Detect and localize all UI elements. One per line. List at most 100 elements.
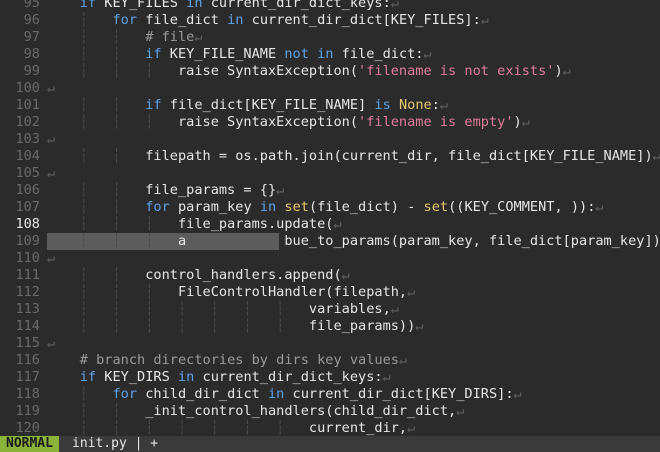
code-editor[interactable]: 95 if KEY_FILES in current_dir_dict_keys… (0, 0, 660, 436)
code-token: not in (284, 46, 334, 62)
return-arrow-icon: ↵ (47, 165, 56, 181)
indent-guide (47, 369, 80, 385)
code-token: control_handlers.append( (145, 267, 342, 283)
code-line[interactable]: 115 ↵ (0, 335, 660, 352)
code-line[interactable]: 120 ┆ ┆ ┆ ┆ ┆ ┆ ┆ current_dir,↵ (0, 420, 660, 436)
status-bar: NORMAL init.py | + (0, 436, 660, 452)
code-token: in (259, 199, 277, 215)
indent-guide: ┆ ┆ (47, 46, 146, 62)
code-token: ) (513, 114, 522, 130)
indent-guide: ┆ ┆ ┆ (47, 284, 178, 300)
line-number: 110 (15, 250, 40, 266)
code-text: ┆ ┆ ┆ ┆ ┆ ┆ ┆ file_params))↵ (47, 318, 424, 335)
code-text: ┆ ┆ ┆ ┆ ┆ ┆ ┆ current_dir,↵ (47, 420, 416, 436)
code-token: KEY_FILES (96, 0, 187, 11)
code-token: for (112, 386, 138, 402)
code-line[interactable]: 102 ┆ ┆ ┆ raise SyntaxException('filenam… (0, 114, 660, 131)
line-number: 96 (23, 12, 40, 28)
mode-indicator: NORMAL (0, 436, 59, 452)
code-text: ↵ (47, 250, 55, 267)
code-token: if (79, 369, 97, 385)
code-line[interactable]: 98 ┆ ┆ if KEY_FILE_NAME not in file_dict… (0, 46, 660, 63)
return-arrow-icon: ↵ (415, 318, 424, 334)
line-number: 116 (15, 352, 40, 368)
code-line[interactable]: 104 ┆ ┆ filepath = os.path.join(current_… (0, 148, 660, 165)
code-token: is (374, 97, 391, 113)
code-line[interactable]: 113 ┆ ┆ ┆ ┆ ┆ ┆ ┆ variables,↵ (0, 301, 660, 318)
code-token: ((KEY_COMMENT, )): (448, 199, 596, 215)
line-number: 104 (15, 148, 40, 164)
code-text: ↵ (47, 165, 55, 182)
return-arrow-icon: ↵ (652, 148, 660, 164)
code-text: # branch directories by dirs key values↵ (47, 352, 407, 369)
code-token: KEY_FILE_NAME (161, 46, 285, 62)
code-line[interactable]: 111 ┆ ┆ control_handlers.append(↵ (0, 267, 660, 284)
code-text: ↵ (47, 80, 55, 97)
code-line[interactable]: 108 ┆ ┆ ┆ file_params.update(↵ (0, 216, 660, 233)
code-line[interactable]: 117 if KEY_DIRS in current_dir_dict_keys… (0, 369, 660, 386)
code-line[interactable]: 114 ┆ ┆ ┆ ┆ ┆ ┆ ┆ file_params))↵ (0, 318, 660, 335)
code-line[interactable]: 101 ┆ ┆ if file_dict[KEY_FILE_NAME] is N… (0, 97, 660, 114)
line-number: 95 (23, 0, 40, 11)
code-token: file_dict[KEY_FILE_NAME] (161, 97, 375, 113)
return-arrow-icon: ↵ (390, 0, 399, 11)
return-arrow-icon: ↵ (276, 182, 285, 198)
code-token: param_key (169, 199, 260, 215)
code-line[interactable]: 95 if KEY_FILES in current_dir_dict_keys… (0, 0, 660, 12)
line-number: 119 (15, 403, 40, 419)
code-token: child_dir_dict (137, 386, 268, 402)
code-text: ┆ ┆ ┆ FileControlHandler(filepath,↵ (47, 284, 416, 301)
code-token: in (227, 12, 244, 28)
code-text: ┆ ┆ ┆ ┆ ┆ ┆ ┆ variables,↵ (47, 301, 399, 318)
indent-guide: ┆ ┆ ┆ ┆ ┆ ┆ ┆ (47, 420, 309, 436)
code-line[interactable]: 116 # branch directories by dirs key val… (0, 352, 660, 369)
code-line[interactable]: 103 ↵ (0, 131, 660, 148)
code-line[interactable]: 97 ┆ ┆ # file↵ (0, 29, 660, 46)
code-token: 'filename is not exists' (358, 63, 555, 79)
line-number: 105 (15, 165, 40, 181)
indent-guide: ┆ ┆ ┆ ┆ ┆ ┆ ┆ (47, 301, 309, 317)
line-number: 107 (15, 199, 40, 215)
code-line[interactable]: 99 ┆ ┆ ┆ raise SyntaxException('filename… (0, 63, 660, 80)
indent-guide: ┆ ┆ (47, 403, 146, 419)
code-line[interactable]: 100 ↵ (0, 80, 660, 97)
indent-guide: ┆ ┆ (47, 97, 146, 113)
code-text: ┆ ┆ if file_dict[KEY_FILE_NAME] is None:… (47, 97, 448, 114)
indent-guide: ┆ ┆ ┆ (47, 114, 178, 130)
code-line[interactable]: 107 ┆ ┆ for param_key in set(file_dict) … (0, 199, 660, 216)
code-token: file_params = {} (145, 182, 277, 198)
code-line[interactable]: 105 ↵ (0, 165, 660, 182)
code-token: in (177, 369, 195, 385)
code-text: ┆ ┆ _init_control_handlers(child_dir_dic… (47, 403, 465, 420)
code-line[interactable]: 109 ┆ ┆ ┆ a bue_to_params(param_key, fil… (0, 233, 660, 250)
return-arrow-icon: ↵ (480, 12, 489, 28)
return-arrow-icon: ↵ (47, 80, 56, 96)
code-line[interactable]: 110 ↵ (0, 250, 660, 267)
code-token: set (284, 199, 309, 215)
code-line[interactable]: 112 ┆ ┆ ┆ FileControlHandler(filepath,↵ (0, 284, 660, 301)
code-text: ↵ (47, 131, 55, 148)
code-text: ↵ (47, 335, 55, 352)
code-line[interactable]: 96 ┆ for file_dict in current_dir_dict[K… (0, 12, 660, 29)
indent-guide: ┆ ┆ (47, 267, 146, 283)
code-token: in (186, 0, 203, 11)
code-token: set (423, 199, 449, 215)
return-arrow-icon: ↵ (407, 284, 416, 300)
code-token: FileControlHandler(filepath, (177, 284, 408, 300)
code-line[interactable]: 106 ┆ ┆ file_params = {}↵ (0, 182, 660, 199)
code-text: ┆ ┆ ┆ file_params.update(↵ (47, 216, 342, 233)
code-token: file_dict (137, 12, 228, 28)
line-number: 120 (15, 420, 40, 436)
code-token: file_dict: (333, 46, 424, 62)
code-text: if KEY_FILES in current_dir_dict_keys:↵ (47, 0, 399, 12)
code-token: _init_control_handlers(child_dir_dict, (145, 403, 457, 419)
indent-guide: ┆ (47, 386, 113, 402)
code-token: filepath = os.path.join(current_dir, fil… (145, 148, 653, 164)
file-name: init.py | + (66, 436, 165, 452)
code-token: current_dir_dict[KEY_DIRS]: (284, 386, 514, 402)
code-line[interactable]: 119 ┆ ┆ _init_control_handlers(child_dir… (0, 403, 660, 420)
code-line[interactable]: 118 ┆ for child_dir_dict in current_dir_… (0, 386, 660, 403)
line-number: 102 (15, 114, 40, 130)
return-arrow-icon: ↵ (423, 46, 432, 62)
